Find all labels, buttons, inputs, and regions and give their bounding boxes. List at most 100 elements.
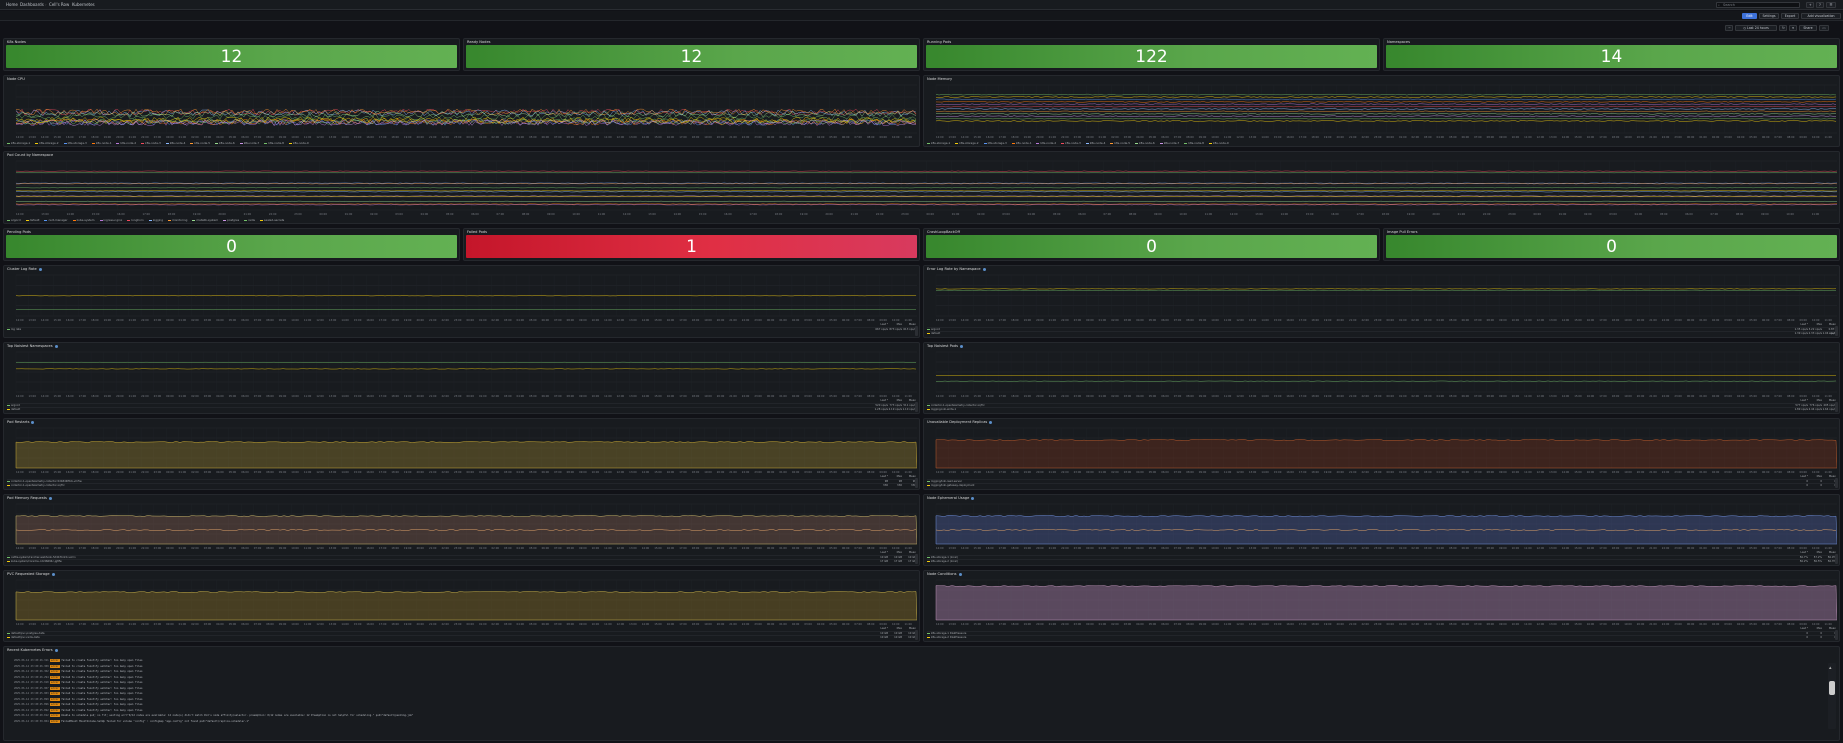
legend-column-header[interactable]: Mean — [902, 399, 916, 403]
stat-panel-crashloopbackoff[interactable]: CrashLoopBackOff 0 — [923, 228, 1380, 261]
legend-item[interactable]: k8s-node-8 — [264, 141, 284, 145]
legend-item[interactable]: monitoring — [168, 218, 187, 222]
pod-restarts-panel[interactable]: Pod Restarts 12:00 13:00 14:00 15:00 16:00 17:… — [3, 418, 920, 490]
node-ephemeral-panel[interactable]: Node Ephemeral Usage 12:00 13:00 14:00 15:00… — [923, 494, 1840, 566]
legend-column-header[interactable]: Max — [1808, 627, 1822, 631]
legend-item[interactable]: metallb-system — [192, 218, 218, 222]
unavailable-replicas-panel[interactable]: Unavailable Deployment Replicas 12:00 13:0… — [923, 418, 1840, 490]
legend-column-header[interactable]: Max — [888, 323, 902, 327]
log-line[interactable]: 2025-06-14 23:45:40.012 error Unable to … — [14, 714, 413, 717]
legend-row[interactable]: logging/loki-read-server000 — [927, 479, 1836, 483]
log-line[interactable]: 2025-06-14 23:45:45.896 error failed to … — [14, 703, 142, 706]
help-button[interactable]: ? — [1816, 2, 1824, 8]
legend-item[interactable]: k8s-node-3 — [1061, 141, 1081, 145]
stat-panel-k8s-nodes[interactable]: K8s Nodes 12 — [3, 38, 460, 71]
stat-panel-image-pull-errors[interactable]: Image Pull Errors 0 — [1383, 228, 1840, 261]
legend-column-header[interactable]: Max — [888, 399, 902, 403]
legend-item[interactable]: k8s-node-5 — [190, 141, 210, 145]
breadcrumb-dashboards[interactable]: Dashboards — [20, 2, 44, 7]
log-scrollbar[interactable]: ▴ — [1828, 663, 1836, 729]
zoom-out-button[interactable]: − — [1725, 25, 1733, 31]
legend-item[interactable]: k8s-node-1 — [91, 141, 111, 145]
search-input[interactable]: ⌕ Search — [1716, 2, 1800, 8]
time-range-picker[interactable]: ◷ Last 24 hours — [1735, 25, 1777, 31]
info-icon[interactable] — [982, 267, 986, 271]
legend-item[interactable]: k8s-storage-3 — [63, 141, 87, 145]
legend-column-header[interactable]: Mean — [902, 627, 916, 631]
pod-memory-requests-panel[interactable]: Pod Memory Requests 12:00 13:00 14:00 15:00 1… — [3, 494, 920, 566]
legend-row[interactable]: logging-loki-write-1 1.89 ops/s 2.44 ops/s… — [927, 407, 1836, 411]
legend-row[interactable]: default/pvc-postgres-data 10 GB 10 GB 10 GB — [7, 631, 916, 635]
legend-item[interactable]: argocd — [7, 218, 21, 222]
legend-row[interactable]: cattle-system/rancher-webhook-5d4b7bdc4-… — [7, 555, 916, 559]
legend-item[interactable]: kube-system — [72, 218, 95, 222]
node-memory-panel[interactable]: Node Memory 12:00 13:00 14:00 15:00 16:00 17:… — [923, 75, 1840, 147]
legend-column-header[interactable]: Last * — [874, 627, 888, 631]
legend-item[interactable]: cert-manager — [44, 218, 68, 222]
log-line[interactable]: 2025-06-14 23:45:46.309 error failed to … — [14, 664, 142, 668]
logs-panel[interactable]: Recent Kubernetes Errors 2025-06-14 23:4… — [3, 646, 1840, 741]
legend-scrollbar[interactable] — [915, 478, 918, 488]
legend-scrollbar[interactable] — [915, 402, 918, 412]
legend-scrollbar[interactable] — [1835, 554, 1838, 564]
legend-scrollbar[interactable] — [915, 630, 918, 640]
pvc-requested-storage-panel[interactable]: PVC Requested Storage 12:00 13:00 14:00 15:0… — [3, 570, 920, 642]
legend-column-header[interactable]: Last * — [1794, 323, 1808, 327]
legend-row[interactable]: logging/loki-gateway-deployment000 — [927, 483, 1836, 487]
info-icon[interactable] — [48, 496, 52, 500]
legend-item[interactable]: k8s-node-1 — [1011, 141, 1031, 145]
log-line[interactable]: 2025-06-14 23:45:45.910 error failed to … — [14, 681, 142, 684]
menu-icon[interactable]: ☰ — [1826, 2, 1836, 8]
legend-item[interactable]: sealed-secrets — [260, 218, 284, 222]
legend-item[interactable]: k8s-storage-2 — [955, 141, 979, 145]
legend-column-header[interactable]: Max — [1808, 551, 1822, 555]
info-icon[interactable] — [31, 420, 35, 424]
stat-panel-namespaces[interactable]: Namespaces 14 — [1383, 38, 1840, 71]
legend-item[interactable]: k8s-node-6 — [1135, 141, 1155, 145]
graph-area[interactable]: 12:00 13:00 14:00 15:00 16:00 17:00 18:00 19:00… — [6, 350, 917, 398]
legend-row[interactable]: k8s-storage-2 DiskPressure000 — [927, 635, 1836, 639]
graph-area[interactable]: 12:00 13:00 14:00 15:00 16:00 17:00 18:00 19:00… — [926, 83, 1837, 139]
legend-item[interactable]: k8s-node-2 — [116, 141, 136, 145]
legend-item[interactable]: k8s-node-7 — [1159, 141, 1179, 145]
graph-area[interactable]: 12:00 13:00 14:00 15:00 16:00 17:00 18:00 19:00… — [6, 83, 917, 139]
legend-column-header[interactable]: Max — [888, 475, 902, 479]
stat-panel-running-pods[interactable]: Running Pods 122 — [923, 38, 1380, 71]
export-button[interactable]: Export — [1781, 13, 1799, 19]
legend-scrollbar[interactable] — [1835, 326, 1838, 336]
legend-column-header[interactable]: Max — [1808, 399, 1822, 403]
legend-row[interactable]: collector-1-opentelemetry-collector-5db8… — [7, 479, 916, 483]
info-icon[interactable] — [989, 420, 993, 424]
top-noisiest-namespaces-panel[interactable]: Top Noisiest Namespaces 12:00 13:00 14:00 15… — [3, 342, 920, 414]
legend-scrollbar[interactable] — [915, 554, 918, 564]
legend-column-header[interactable]: Last * — [1794, 475, 1808, 479]
legend-item[interactable]: k8s-node-9 — [288, 141, 309, 145]
legend-item[interactable]: k8s-node-6 — [215, 141, 235, 145]
legend-column-header[interactable]: Max — [888, 627, 902, 631]
legend-column-header[interactable]: Last * — [874, 475, 888, 479]
log-line[interactable]: 2025-06-14 23:45:46.294 error failed to … — [14, 675, 142, 679]
info-icon[interactable] — [960, 344, 963, 348]
log-line[interactable]: 2025-06-14 23:45:46.302 error failed to … — [14, 670, 142, 673]
node-conditions-panel[interactable]: Node Conditions 12:00 13:00 14:00 15:00 16:00… — [923, 570, 1840, 642]
legend-row[interactable]: default 1.39 ops/s 2.33 ops/s 1.04 ops/s — [927, 331, 1836, 335]
legend-row[interactable]: argocd 520 ops/s 773 ops/s 511 ops/s — [7, 403, 916, 407]
graph-area[interactable]: 12:00 13:00 14:00 15:00 16:00 17:00 18:00 19:00… — [6, 273, 917, 322]
legend-column-header[interactable]: Mean — [902, 551, 916, 555]
graph-area[interactable]: 12:00 13:00 14:00 15:00 16:00 17:00 18:00 19:00… — [926, 578, 1837, 626]
log-line[interactable]: 2025-06-14 23:45:45.903 error failed to … — [14, 692, 142, 695]
legend-row[interactable]: default 1.28 ops/s 2.19 ops/s 1.10 ops/s — [7, 407, 916, 411]
legend-column-header[interactable]: Mean — [1822, 627, 1836, 631]
legend-item[interactable]: postgres — [223, 218, 239, 222]
legend-column-header[interactable]: Mean — [1822, 551, 1836, 555]
legend-scrollbar[interactable] — [1835, 402, 1838, 412]
legend-item[interactable]: k8s-node-4 — [1085, 141, 1105, 145]
legend-column-header[interactable]: Mean — [902, 475, 916, 479]
legend-scrollbar[interactable] — [1835, 478, 1838, 488]
graph-area[interactable]: 12:00 13:00 14:00 15:00 16:00 17:00 18:00 19:00… — [926, 350, 1837, 398]
edit-button[interactable]: Edit — [1742, 13, 1757, 19]
legend-column-header[interactable]: Max — [888, 551, 902, 555]
legend-row[interactable]: k8s-storage-1 DiskPressure000 — [927, 631, 1836, 635]
legend-column-header[interactable]: Max — [1808, 475, 1822, 479]
log-line[interactable]: 2025-06-14 23:45:45.899 error failed to … — [14, 697, 142, 701]
